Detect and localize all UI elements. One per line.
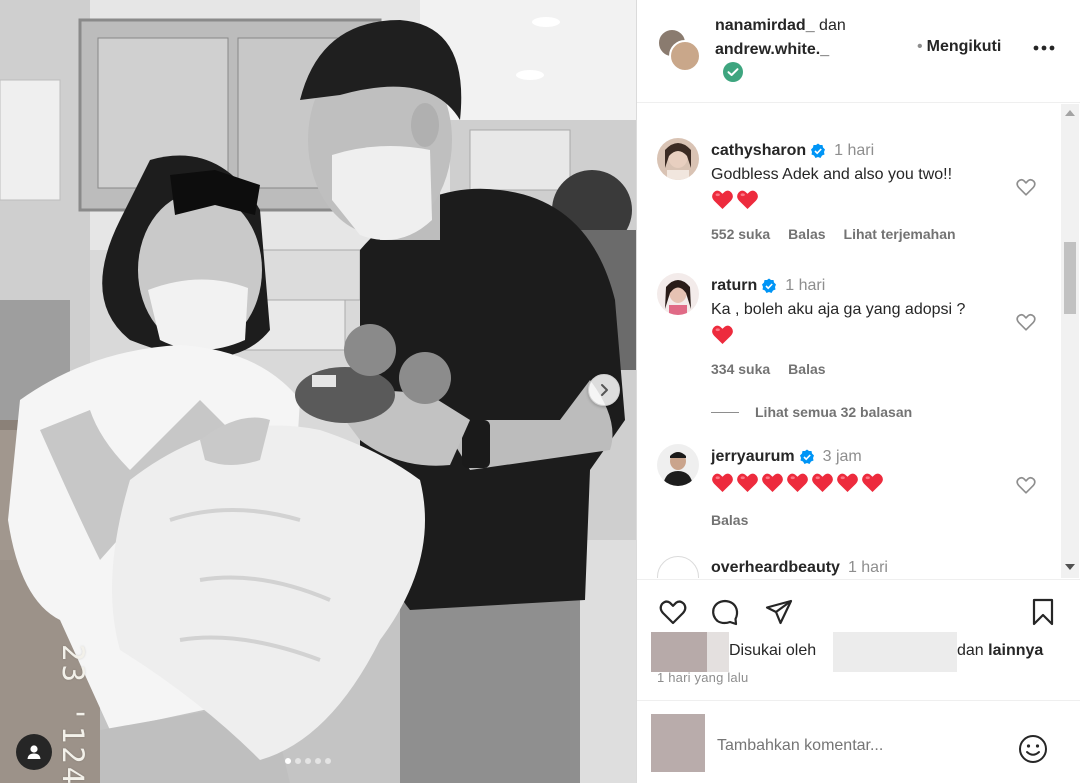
following-button[interactable]: • Mengikuti (917, 38, 1001, 56)
carousel-dot (285, 758, 291, 764)
red-heart-emoji-icon (711, 472, 734, 498)
liked-by-others[interactable]: dan lainnya (957, 642, 1043, 660)
heart-outline-icon[interactable] (1015, 311, 1037, 333)
post-side-panel: nanamirdad_ dan andrew.white._ • Mengikut… (636, 0, 1080, 783)
post-photo[interactable]: 23 '124 (0, 0, 636, 783)
reply-button[interactable]: Balas (788, 226, 825, 242)
avatar-andrew-white[interactable] (669, 40, 701, 72)
view-replies-button[interactable]: Lihat semua 32 balasan (711, 404, 912, 420)
tagged-users-button[interactable] (16, 734, 52, 770)
carousel-dot (325, 758, 331, 764)
red-heart-emoji-icon (861, 472, 884, 498)
author-link-1[interactable]: nanamirdad_ (715, 17, 815, 34)
share-icon[interactable] (763, 596, 795, 628)
author-connector: dan (819, 17, 846, 34)
heart-outline-icon[interactable] (1015, 176, 1037, 198)
reply-button[interactable]: Balas (788, 361, 825, 377)
add-comment-bar (637, 700, 1080, 783)
comment-text: Ka , boleh aku aja ga yang adopsi ? (711, 301, 966, 318)
comment-avatar[interactable] (657, 556, 699, 578)
see-translation-button[interactable]: Lihat terjemahan (844, 226, 956, 242)
comment-input[interactable] (717, 737, 997, 755)
scroll-down-arrow-icon[interactable] (1065, 564, 1075, 570)
comment-hearts (711, 472, 884, 498)
comment-username[interactable]: overheardbeauty 1 hari (711, 559, 888, 577)
verified-icon (723, 62, 743, 87)
liked-by-username-redacted[interactable] (833, 632, 957, 672)
post-authors: nanamirdad_ dan andrew.white._ (715, 14, 846, 62)
comment-avatar[interactable] (657, 273, 699, 315)
verified-badge-icon (811, 143, 826, 158)
red-heart-emoji-icon (761, 472, 784, 498)
carousel-dot (305, 758, 311, 764)
carousel-dot (295, 758, 301, 764)
carousel-indicator (285, 758, 331, 764)
current-user-avatar-redacted (651, 714, 705, 772)
liked-by-avatar-redacted[interactable] (651, 632, 729, 672)
comment-meta: Balas (711, 512, 748, 528)
comments-list[interactable]: cathysharon 1 hari Godbless Adek and als… (637, 104, 1067, 578)
post-header: nanamirdad_ dan andrew.white._ • Mengikut… (637, 0, 1080, 103)
verified-badge-icon (799, 449, 814, 464)
red-heart-emoji-icon (711, 189, 734, 215)
comment-text: Godbless Adek and also you two!! (711, 166, 953, 183)
carousel-dot (315, 758, 321, 764)
chevron-right-icon (601, 384, 608, 396)
red-heart-emoji-icon (711, 324, 734, 350)
liked-by-summary: Disukai oleh dan lainnya (651, 632, 1071, 672)
carousel-next-button[interactable] (588, 374, 620, 406)
save-bookmark-icon[interactable] (1027, 596, 1059, 628)
red-heart-emoji-icon (836, 472, 859, 498)
comment-likes-count[interactable]: 552 suka (711, 226, 770, 242)
red-heart-emoji-icon (786, 472, 809, 498)
red-heart-emoji-icon (736, 472, 759, 498)
red-heart-emoji-icon (811, 472, 834, 498)
reply-button[interactable]: Balas (711, 512, 748, 528)
comments-scrollbar[interactable] (1061, 104, 1079, 578)
comment-meta: 552 suka Balas Lihat terjemahan (711, 226, 956, 242)
red-heart-emoji-icon (736, 189, 759, 215)
like-icon[interactable] (657, 596, 689, 628)
comment-meta: 334 suka Balas (711, 361, 826, 377)
verified-badge-icon (762, 278, 777, 293)
comment-avatar[interactable] (657, 138, 699, 180)
comment-username[interactable]: cathysharon 1 hari (711, 142, 874, 160)
comment-hearts (711, 189, 759, 215)
post-actions: Disukai oleh dan lainnya 1 hari yang lal… (637, 579, 1080, 697)
emoji-icon[interactable] (1017, 733, 1049, 765)
comment-avatar[interactable] (657, 444, 699, 486)
user-icon (27, 745, 41, 759)
author-link-2[interactable]: andrew.white._ (715, 41, 829, 58)
comment-icon[interactable] (709, 596, 741, 628)
heart-outline-icon[interactable] (1015, 474, 1037, 496)
post-timestamp[interactable]: 1 hari yang lalu (657, 670, 748, 685)
more-options-icon[interactable] (1033, 37, 1055, 59)
comment-username[interactable]: raturn 1 hari (711, 277, 825, 295)
scrollbar-thumb[interactable] (1064, 242, 1076, 314)
comment-likes-count[interactable]: 334 suka (711, 361, 770, 377)
liked-by-prefix: Disukai oleh (729, 642, 817, 659)
comment-username[interactable]: jerryaurum 3 jam (711, 448, 862, 466)
divider-line (711, 411, 739, 413)
comment-hearts (711, 324, 734, 350)
scroll-up-arrow-icon[interactable] (1065, 110, 1075, 116)
